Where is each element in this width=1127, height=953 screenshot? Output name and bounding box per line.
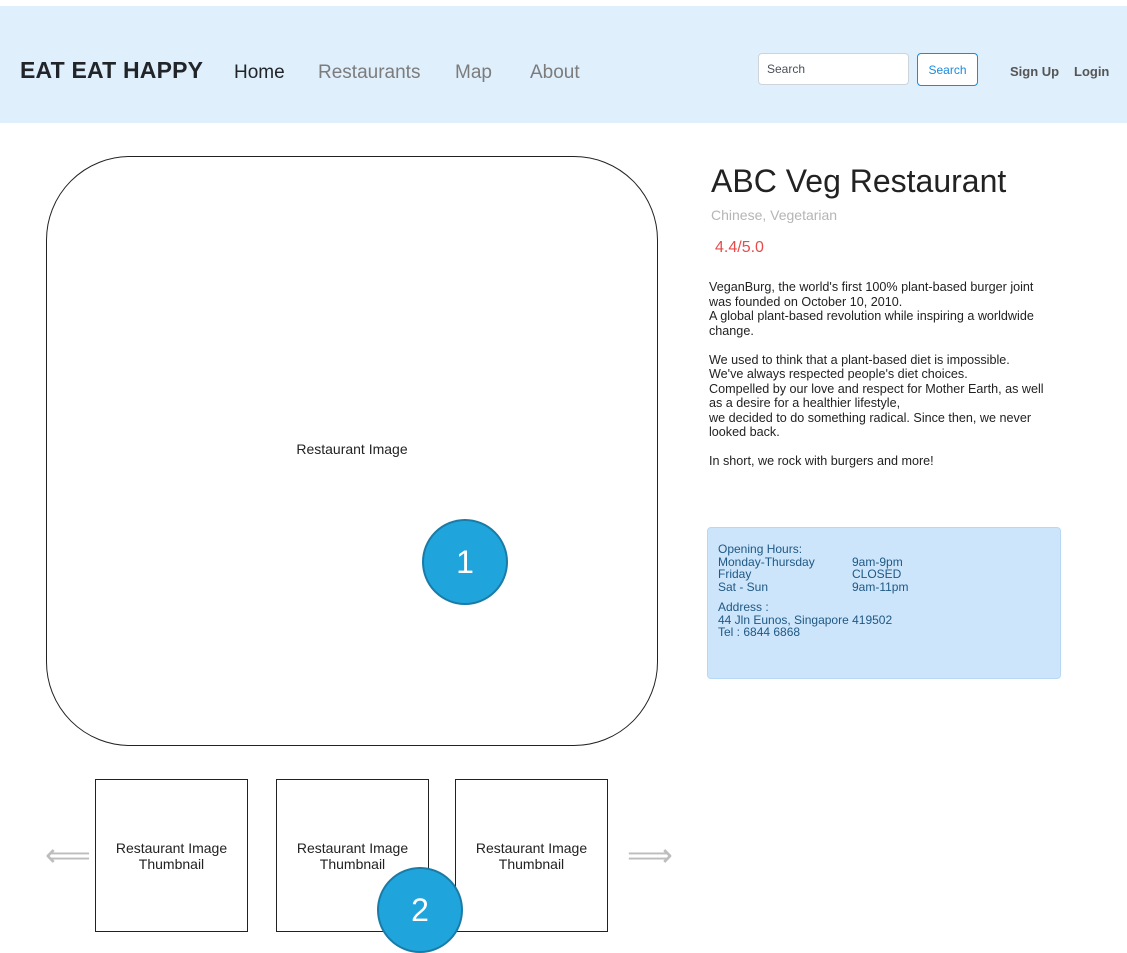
thumbnail-label-line2: Thumbnail [138,855,205,872]
description-line: we decided to do something radical. Sinc… [709,410,1032,440]
telephone-text: Tel : 6844 6868 [718,625,801,639]
nav-link-about[interactable]: About [530,62,580,84]
thumbnail-1[interactable]: Restaurant Image Thumbnail [95,779,248,932]
hours-time: CLOSED [852,567,902,581]
hours-row: Friday CLOSED [718,568,1050,581]
thumbnail-label-line1: Restaurant Image [296,839,409,856]
search-input[interactable] [758,53,909,85]
nav-link-home[interactable]: Home [234,62,285,84]
thumbnail-label: Restaurant Image Thumbnail [297,840,408,872]
right-arrow-icon[interactable]: ⟹ [627,837,673,873]
thumbnail-label-line2: Thumbnail [319,855,386,872]
nav-link-restaurants[interactable]: Restaurants [318,62,420,84]
restaurant-cuisine: Chinese, Vegetarian [711,207,838,223]
left-arrow-icon[interactable]: ⟸ [45,837,91,873]
address-title: Address : [718,600,769,614]
login-link[interactable]: Login [1074,64,1109,79]
description-line: We've always respected people's diet cho… [709,367,968,381]
thumbnail-label: Restaurant Image Thumbnail [116,840,227,872]
thumbnail-label-line1: Restaurant Image [475,839,588,856]
hours-day: Sat - Sun [718,579,769,594]
thumbnail-label-line2: Thumbnail [498,855,565,872]
search-button[interactable]: Search [917,53,978,86]
info-panel: Opening Hours: Monday-Thursday 9am-9pm F… [707,527,1061,679]
hours-time: 9am-11pm [852,579,909,594]
restaurant-rating: 4.4/5.0 [715,239,764,256]
description-line: We used to think that a plant-based diet… [709,352,1010,367]
signup-link[interactable]: Sign Up [1010,64,1059,79]
description-line: Compelled by our love and respect for Mo… [709,381,1044,411]
nav-link-map[interactable]: Map [455,62,492,84]
thumbnail-label: Restaurant Image Thumbnail [476,840,587,872]
brand-logo[interactable]: EAT EAT HAPPY [20,57,203,84]
restaurant-description: VeganBurg, the world's first 100% plant-… [709,280,1054,469]
hours-day: Friday [718,567,752,581]
navbar: EAT EAT HAPPY Home Restaurants Map About… [0,6,1127,123]
hours-title: Opening Hours: [718,542,803,556]
thumbnail-3[interactable]: Restaurant Image Thumbnail [455,779,608,932]
restaurant-name: ABC Veg Restaurant [711,163,1007,199]
thumbnail-label-line1: Restaurant Image [115,839,228,856]
description-line: VeganBurg, the world's first 100% plant-… [709,280,1034,309]
description-line: In short, we rock with burgers and more! [709,454,934,468]
main-restaurant-image[interactable]: Restaurant Image [46,156,658,746]
hours-row: Sat - Sun 9am-11pm [718,579,1050,594]
callout-badge-2: 2 [377,867,463,953]
callout-badge-1: 1 [422,519,508,605]
description-line: A global plant-based revolution while in… [709,309,1034,338]
main-image-label: Restaurant Image [296,441,408,457]
